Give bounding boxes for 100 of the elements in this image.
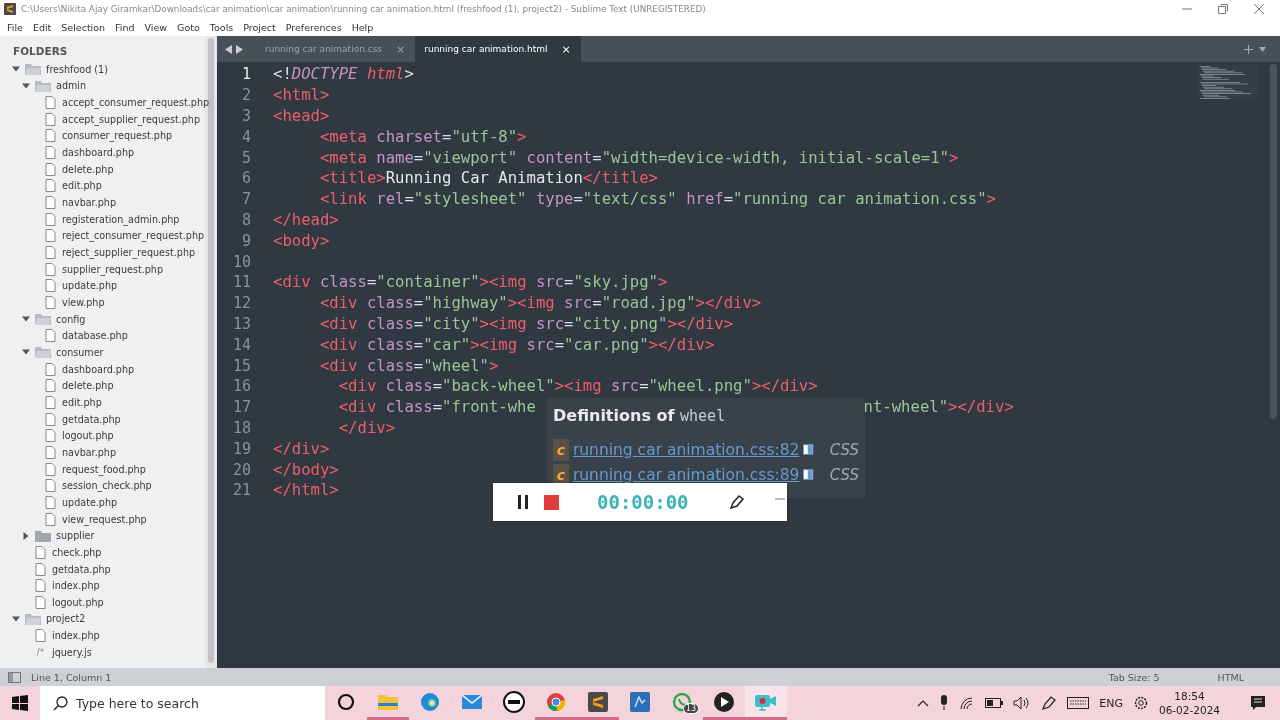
file-name[interactable]: check.php — [52, 546, 102, 558]
file-name[interactable]: database.php — [62, 330, 128, 342]
menu-item[interactable]: Edit — [27, 21, 57, 33]
syntax-label[interactable]: HTML — [1217, 671, 1244, 683]
file-name[interactable]: index.php — [52, 630, 100, 642]
app-icon — [630, 691, 650, 712]
file-name[interactable]: delete.php — [62, 163, 114, 175]
file-icon — [34, 545, 47, 559]
file-name[interactable]: reject_consumer_request.php — [62, 230, 205, 242]
tab-size-label[interactable]: Tab Size: 5 — [1108, 671, 1160, 683]
disclosure-arrow-icon[interactable] — [22, 82, 30, 90]
file-name[interactable]: edit.php — [62, 396, 102, 408]
folder-icon — [25, 613, 41, 625]
line-number: 4 — [240, 127, 251, 146]
file-name[interactable]: registeration_admin.php — [62, 213, 180, 225]
code-line: <meta name="viewport" content="width=device-width, initial-scale=1"> — [318, 148, 959, 167]
definition-link[interactable]: running car animation.css:89 — [572, 465, 800, 484]
left-arrow-icon[interactable] — [225, 44, 232, 54]
file-name[interactable]: dashboard.php — [62, 363, 135, 375]
menu-item[interactable]: Help — [346, 21, 379, 33]
line-number: 18 — [231, 418, 251, 437]
file-name[interactable]: navbar.php — [62, 446, 116, 458]
file-name[interactable]: getdata.php — [52, 563, 111, 575]
file-name[interactable]: logout.php — [52, 596, 104, 608]
code-line: <div class="front-whe — [337, 398, 536, 417]
disclosure-arrow-icon[interactable] — [12, 615, 20, 623]
file-name[interactable]: consumer_request.php — [62, 130, 173, 142]
file-name[interactable]: update.php — [62, 496, 118, 508]
code-line: <link rel="stylesheet" type="text/css" href="running car animation.css"> — [318, 190, 996, 209]
pause-icon[interactable] — [517, 495, 529, 509]
folder-name[interactable]: supplier — [56, 530, 95, 542]
language-indicator[interactable]: ENG — [1099, 696, 1123, 710]
play-icon — [713, 690, 735, 713]
file-name[interactable]: accept_consumer_request.php — [62, 97, 210, 109]
file-name[interactable]: view_request.php — [62, 513, 147, 525]
line-number: 12 — [231, 294, 251, 313]
editor-tab[interactable]: running car animation.html × — [415, 36, 581, 62]
file-name[interactable]: update.php — [62, 280, 118, 292]
menu-item[interactable]: Find — [110, 21, 140, 33]
file-name[interactable]: jquery.js — [52, 646, 92, 658]
stop-icon[interactable] — [544, 494, 559, 510]
disclosure-arrow-icon[interactable] — [12, 65, 20, 74]
right-arrow-icon[interactable] — [236, 44, 243, 54]
definition-link[interactable]: running car animation.css:82 — [572, 440, 800, 459]
taskbar-app[interactable]: 13 — [661, 686, 703, 720]
clock-date[interactable]: 06-02-2024 — [1158, 703, 1220, 717]
folder-name[interactable]: freshfood (1) — [46, 63, 108, 75]
menu-item[interactable]: View — [139, 21, 173, 33]
code-line: <div class="wheel"> — [318, 356, 499, 375]
scrollbar-thumb[interactable] — [1270, 64, 1277, 419]
line-number: 20 — [231, 460, 251, 479]
file-name[interactable]: edit.php — [62, 180, 102, 192]
window-title: C:\Users\Nikita Ajay Giramkar\Downloads\car animation\car animation\running car animation.html (freshfood (1), project2) - Sublime Text (UNREGISTERED) — [21, 4, 707, 14]
windows-start-icon[interactable] — [12, 695, 28, 711]
settings-icon[interactable] — [1132, 695, 1149, 711]
menu-item[interactable]: Goto — [172, 21, 205, 33]
file-icon — [44, 495, 57, 509]
menu-item[interactable]: Tools — [204, 21, 239, 33]
file-name[interactable]: getdata.php — [62, 413, 121, 425]
microphone-icon — [939, 695, 950, 711]
scrollbar-thumb[interactable] — [208, 38, 214, 663]
file-name[interactable]: logout.php — [62, 430, 114, 442]
folder-name[interactable]: consumer — [56, 347, 104, 358]
file-icon — [44, 412, 57, 426]
disclosure-arrow-icon[interactable] — [22, 531, 30, 540]
chevron-up-icon[interactable] — [917, 699, 930, 707]
folder-name[interactable]: admin — [56, 80, 87, 92]
edge-icon — [420, 691, 440, 712]
notification-icon[interactable] — [1250, 695, 1266, 711]
pen-icon[interactable] — [728, 494, 745, 510]
split-view-icon[interactable] — [803, 443, 814, 456]
menu-item[interactable]: Project — [238, 21, 281, 33]
file-name[interactable]: view.php — [62, 297, 105, 308]
folder-name[interactable]: project2 — [46, 613, 86, 625]
split-view-icon[interactable] — [803, 468, 814, 481]
file-icon — [44, 112, 57, 126]
file-name[interactable]: accept_supplier_request.php — [62, 113, 200, 125]
disclosure-arrow-icon[interactable] — [22, 348, 30, 357]
line-number: 14 — [231, 335, 251, 354]
folder-name[interactable]: config — [56, 313, 86, 325]
menu-item[interactable]: Selection — [56, 21, 111, 33]
menu-item[interactable]: File — [2, 21, 28, 33]
code-line: </head> — [273, 210, 339, 229]
menu-item[interactable]: Preferences — [280, 21, 347, 33]
file-name[interactable]: supplier_request.php — [62, 263, 163, 275]
clock-time[interactable]: 18:54 — [1174, 689, 1205, 703]
file-name[interactable]: index.php — [52, 580, 100, 592]
line-number: 19 — [231, 439, 251, 458]
file-name[interactable]: request_food.php — [62, 463, 146, 475]
file-name[interactable]: session_check.php — [62, 480, 152, 492]
file-name[interactable]: delete.php — [62, 380, 114, 392]
disclosure-arrow-icon[interactable] — [22, 315, 30, 324]
plus-icon[interactable] — [1244, 44, 1253, 54]
dropdown-icon[interactable] — [1259, 46, 1266, 52]
close-icon[interactable] — [1254, 4, 1264, 14]
file-name[interactable]: navbar.php — [62, 197, 116, 209]
file-name[interactable]: dashboard.php — [62, 147, 135, 159]
search-field[interactable]: Type here to search — [40, 686, 325, 720]
maximize-icon[interactable] — [1218, 4, 1228, 14]
file-name[interactable]: reject_supplier_request.php — [62, 247, 196, 259]
